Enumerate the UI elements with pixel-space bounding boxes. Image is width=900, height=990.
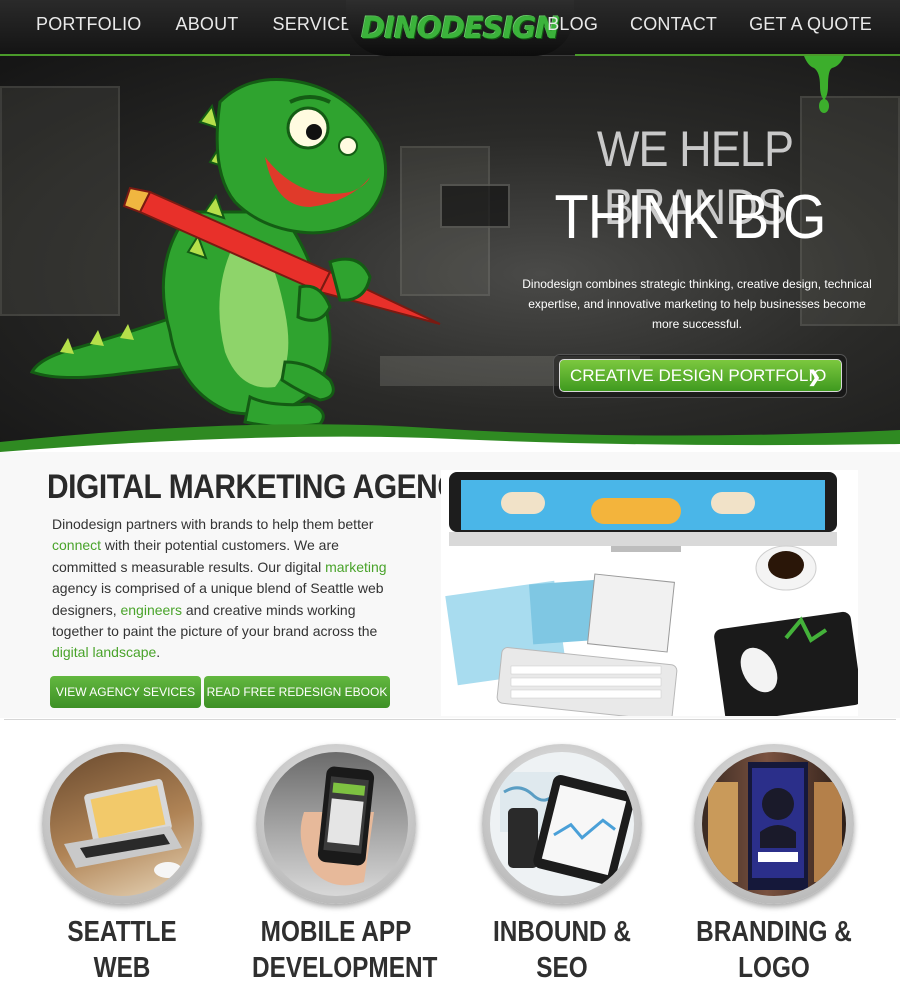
workspace-illustration-icon: [445, 472, 858, 716]
logo: DINODESIGN: [361, 11, 559, 45]
agency-text-part: Dinodesign partners with brands to help …: [52, 516, 374, 532]
nav-portfolio[interactable]: PORTFOLIO: [36, 14, 142, 35]
service-mobile-app-development[interactable]: MOBILE APP DEVELOPMENT: [236, 744, 438, 986]
service-branding-logo-design[interactable]: BRANDING & LOGO DESIGN: [674, 744, 874, 990]
link-engineers[interactable]: engineers: [120, 602, 182, 618]
analytics-tablet-icon: [490, 752, 634, 896]
agency-description: Dinodesign partners with brands to help …: [52, 514, 397, 664]
link-marketing[interactable]: marketing: [325, 559, 386, 575]
service-image-frame: [694, 744, 854, 904]
nav-contact[interactable]: CONTACT: [630, 14, 717, 35]
agency-section: DIGITAL MARKETING AGENCY Dinodesign part…: [0, 452, 900, 718]
agency-text-part: .: [156, 644, 161, 661]
nav-blog[interactable]: BLOG: [547, 14, 598, 35]
agency-title: DIGITAL MARKETING AGENCY: [47, 468, 479, 506]
billboard-icon: [702, 752, 846, 896]
view-agency-services-button[interactable]: VIEW AGENCY SEVICES: [50, 676, 201, 708]
service-image-frame: [42, 744, 202, 904]
service-image-frame: [256, 744, 416, 904]
services-section: SEATTLE WEB DESIGN MOBILE APP DEVELOPMEN…: [0, 720, 900, 990]
top-nav: PORTFOLIO ABOUT SERVICES DINODESIGN BLOG…: [0, 0, 900, 56]
service-inbound-seo-marketing[interactable]: INBOUND & SEO MARKETING: [462, 744, 662, 990]
smartphone-icon: [264, 752, 408, 896]
service-image-frame: [482, 744, 642, 904]
service-label: BRANDING & LOGO DESIGN: [696, 916, 852, 990]
service-label: MOBILE APP DEVELOPMENT: [252, 916, 438, 984]
nav-right-group: BLOG CONTACT GET A QUOTE: [547, 0, 872, 48]
nav-left-group: PORTFOLIO ABOUT SERVICES: [36, 0, 365, 48]
link-digital-landscape[interactable]: digital landscape: [52, 644, 156, 660]
hero-bottom-swoosh: [0, 424, 900, 452]
service-label: INBOUND & SEO MARKETING: [488, 916, 636, 990]
hero-banner: WE HELP BRANDS THINK BIG Dinodesign comb…: [0, 56, 900, 452]
workspace-image: [441, 470, 858, 716]
service-seattle-web-design[interactable]: SEATTLE WEB DESIGN: [22, 744, 222, 990]
logo-link[interactable]: DINODESIGN: [346, 0, 574, 56]
nav-about[interactable]: ABOUT: [176, 14, 239, 35]
link-connect[interactable]: connect: [52, 537, 101, 553]
nav-get-a-quote[interactable]: GET A QUOTE: [749, 14, 872, 35]
service-label: SEATTLE WEB DESIGN: [67, 916, 177, 990]
laptop-icon: [50, 752, 194, 896]
read-free-redesign-ebook-button[interactable]: READ FREE REDESIGN EBOOK: [204, 676, 390, 708]
